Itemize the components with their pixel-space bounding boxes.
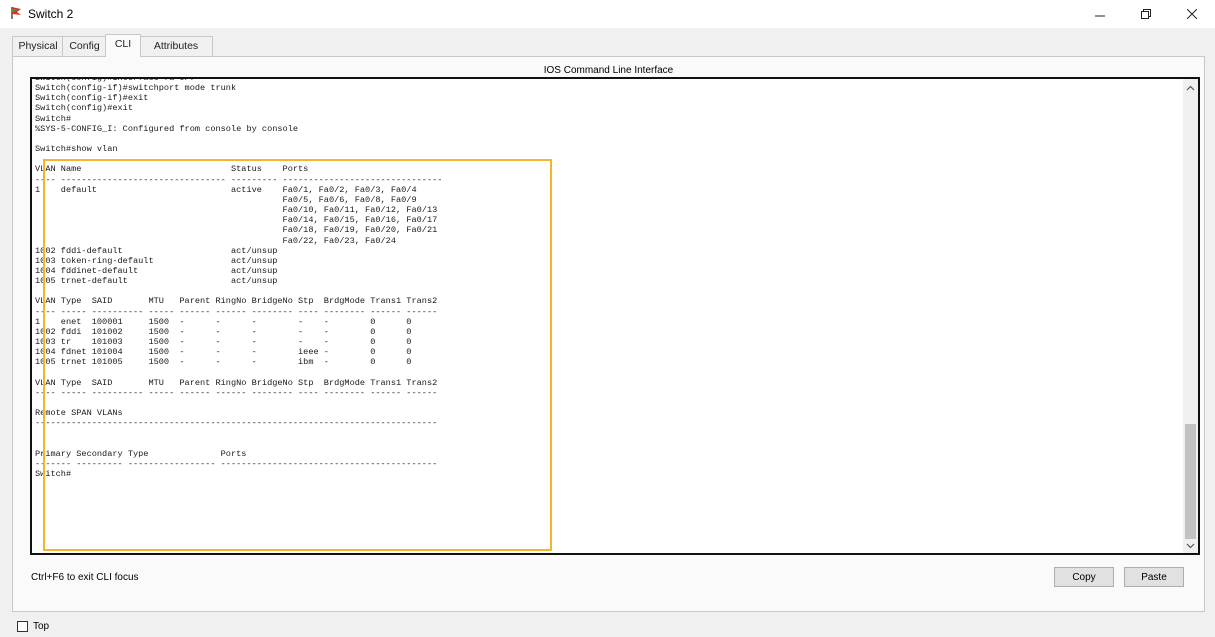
copy-button[interactable]: Copy (1054, 567, 1114, 587)
tab-cli[interactable]: CLI (105, 34, 141, 57)
close-button[interactable] (1169, 0, 1215, 28)
tab-config[interactable]: Config (62, 36, 107, 56)
cli-title: IOS Command Line Interface (543, 65, 674, 76)
scrollbar-thumb[interactable] (1185, 424, 1196, 539)
exit-focus-hint: Ctrl+F6 to exit CLI focus (31, 572, 139, 583)
close-icon (1187, 9, 1197, 19)
paste-button[interactable]: Paste (1124, 567, 1184, 587)
switch-app-icon (9, 6, 23, 20)
top-label: Top (33, 621, 50, 632)
tab-attributes[interactable]: Attributes (139, 36, 213, 56)
window-title: Switch 2 (28, 7, 74, 21)
top-checkbox[interactable] (17, 621, 28, 632)
cli-output[interactable]: Switch(config)#interface fa 0/7 Switch(c… (35, 79, 442, 479)
vertical-scrollbar[interactable] (1183, 79, 1198, 553)
restore-icon (1141, 9, 1151, 19)
title-bar: Switch 2 (0, 0, 1215, 28)
scroll-down-icon[interactable] (1185, 539, 1196, 551)
restore-button[interactable] (1123, 0, 1169, 28)
minimize-icon (1095, 15, 1105, 17)
tab-physical[interactable]: Physical (12, 36, 64, 56)
scroll-up-icon[interactable] (1185, 81, 1196, 93)
minimize-button[interactable] (1077, 0, 1123, 28)
cli-panel: IOS Command Line Interface Switch(config… (12, 56, 1205, 612)
cli-terminal[interactable]: Switch(config)#interface fa 0/7 Switch(c… (30, 77, 1200, 555)
